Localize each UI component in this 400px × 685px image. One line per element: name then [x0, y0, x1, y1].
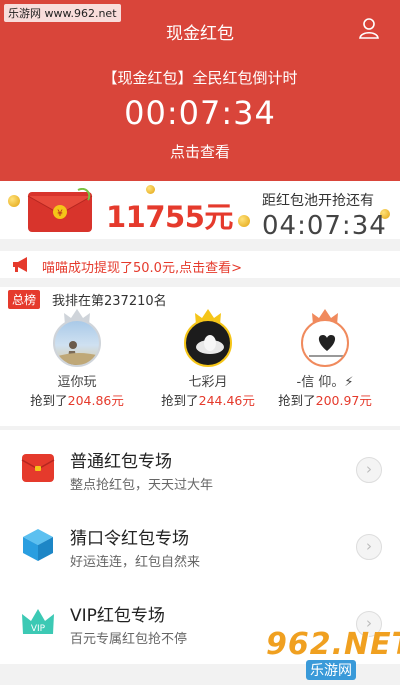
winner-name: 逗你玩: [57, 375, 97, 390]
menu-password-red-envelope[interactable]: 猜口令红包专场 好运连连，红包自然来 ›: [0, 507, 400, 587]
winner-name: -信 仰。⚡: [296, 375, 354, 390]
ranking-panel: 总榜 我排在第237210名 逗你玩 抢到了204.86元 七彩月 抢到了244…: [0, 287, 400, 426]
menu-normal-red-envelope[interactable]: 普通红包专场 整点抢红包，天天过大年 ›: [0, 430, 400, 510]
pool-countdown-timer: 04:07:34: [262, 211, 387, 241]
megaphone-icon: [13, 257, 27, 272]
menu-title: VIP红包专场: [70, 606, 165, 626]
winner-amount: 抢到了200.97元: [278, 393, 372, 408]
coin-decoration: [238, 215, 250, 227]
winner-name: 七彩月: [188, 375, 228, 390]
red-envelope-icon: ¥: [27, 188, 93, 232]
header-bar: 乐游网 www.962.net 现金红包 【现金红包】全民红包倒计时 00:07…: [0, 0, 400, 181]
menu-subtitle: 整点抢红包，天天过大年: [70, 478, 214, 493]
countdown-title: 【现金红包】全民红包倒计时: [102, 69, 298, 87]
withdraw-notice[interactable]: 喵喵成功提现了50.0元,点击查看>: [0, 251, 400, 278]
chevron-right-icon[interactable]: ›: [356, 534, 382, 560]
winner-amount: 抢到了204.86元: [30, 393, 124, 408]
page-title: 现金红包: [166, 24, 234, 44]
my-rank-text: 我排在第237210名: [52, 294, 167, 309]
site-logo-watermark: 962.NET 乐游网: [266, 627, 400, 680]
menu-title: 猜口令红包专场: [70, 529, 189, 549]
vip-crown-icon: VIP: [22, 609, 54, 634]
user-profile-icon[interactable]: [358, 17, 380, 39]
check-link[interactable]: 点击查看: [0, 141, 400, 162]
winner-amount: 抢到了244.46元: [161, 393, 255, 408]
blue-cube-icon: [23, 529, 53, 561]
menu-subtitle: 好运连连，红包自然来: [70, 555, 201, 570]
winner-card[interactable]: 逗你玩 抢到了204.86元: [17, 309, 137, 409]
svg-text:VIP: VIP: [31, 624, 46, 634]
countdown-timer: 00:07:34: [124, 94, 276, 132]
watermark-number: 962.NET: [266, 627, 400, 662]
rank-tag[interactable]: 总榜: [8, 290, 41, 309]
menu-title: 普通红包专场: [70, 452, 172, 472]
pool-countdown-label: 距红包池开抢还有: [262, 193, 374, 209]
coin-decoration: [8, 195, 20, 207]
winner-card[interactable]: 七彩月 抢到了244.46元: [148, 309, 268, 409]
svg-text:¥: ¥: [57, 209, 63, 219]
winner-card[interactable]: -信 仰。⚡ 抢到了200.97元: [265, 309, 385, 409]
red-envelope-icon: [21, 454, 55, 482]
avatar: [53, 319, 101, 367]
notice-text: 喵喵成功提现了50.0元,点击查看>: [42, 261, 242, 276]
chevron-right-icon[interactable]: ›: [356, 457, 382, 483]
red-envelope-pool-banner[interactable]: ¥ 11755元 距红包池开抢还有 04:07:34: [0, 181, 400, 241]
watermark-site-name: 乐游网: [306, 660, 356, 680]
avatar: [184, 319, 232, 367]
menu-subtitle: 百元专属红包抢不停: [70, 632, 188, 647]
avatar: [301, 319, 349, 367]
pool-amount: 11755元: [106, 200, 233, 234]
coin-decoration: [146, 185, 155, 194]
